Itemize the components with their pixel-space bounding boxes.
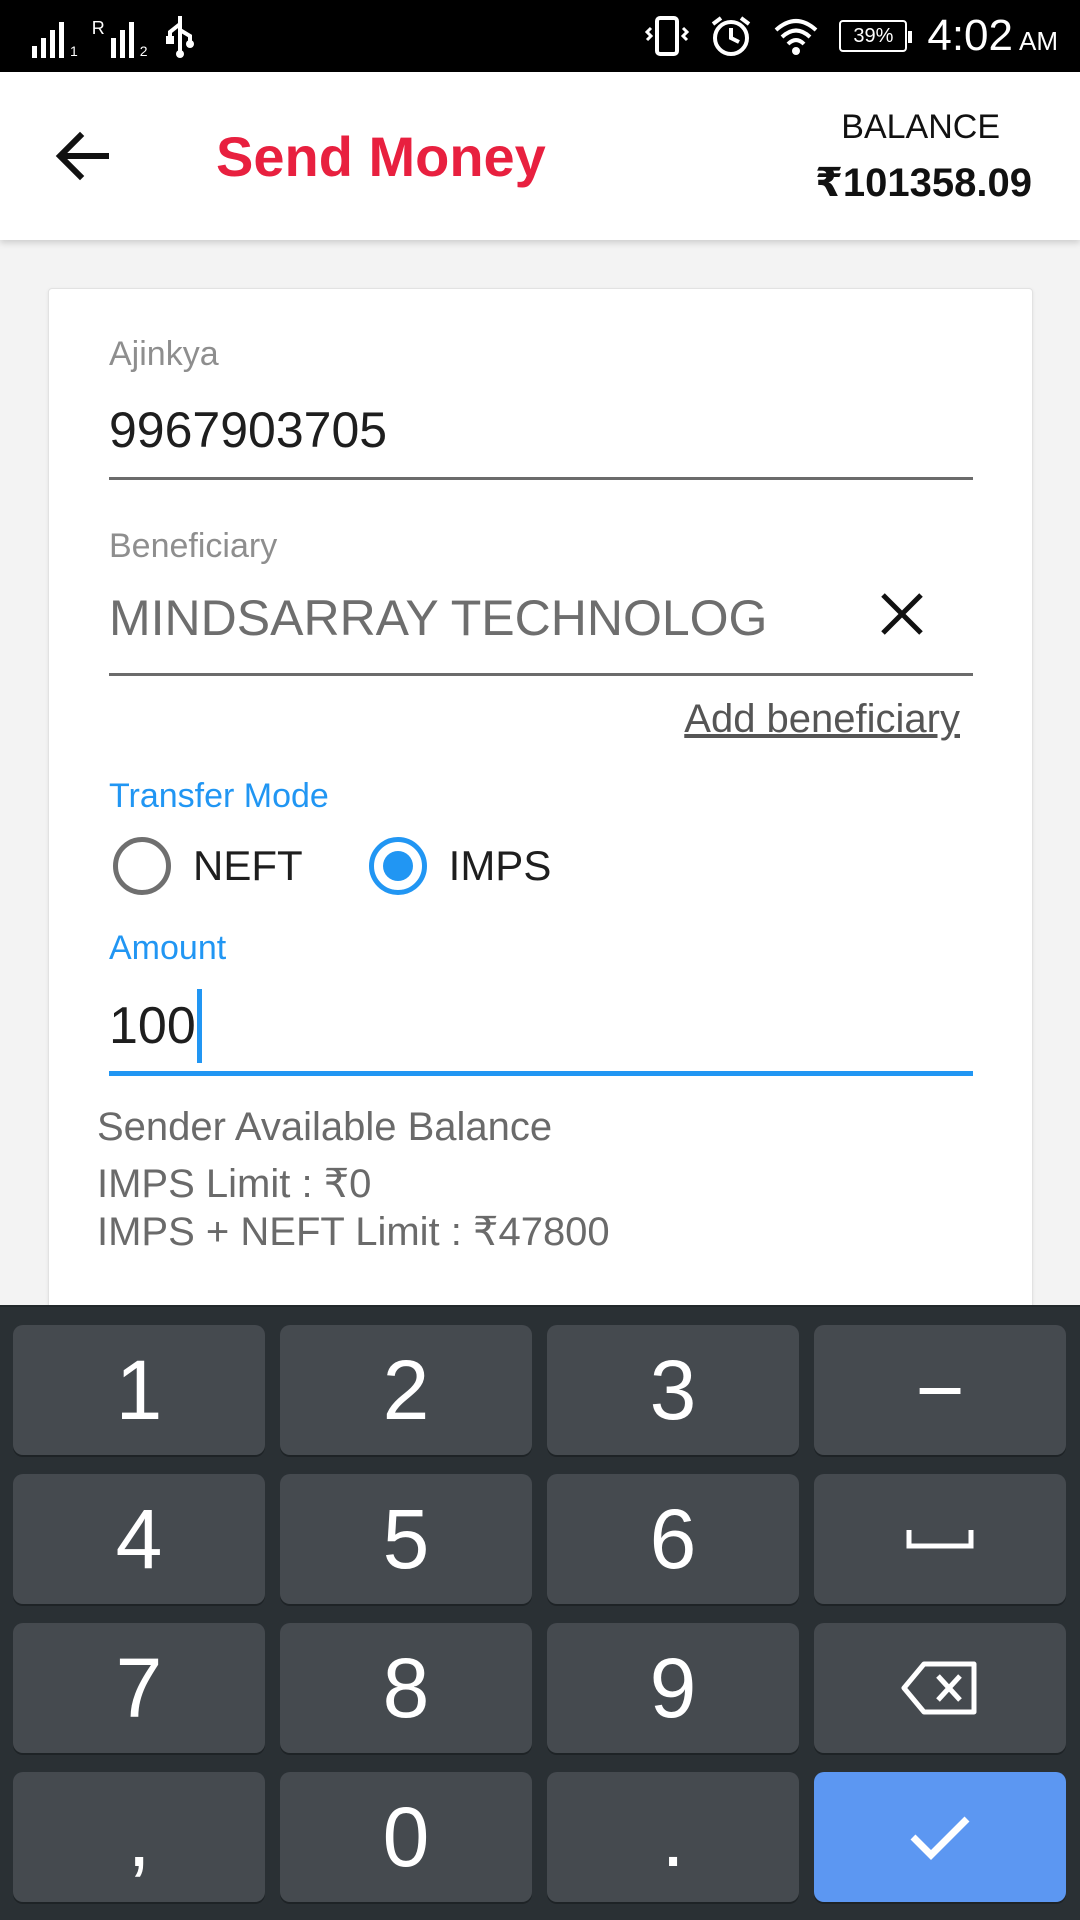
beneficiary-label: Beneficiary xyxy=(109,527,278,565)
signal-icon-sim2: R 2 xyxy=(91,18,148,59)
imps-limit: IMPS Limit : ₹0 xyxy=(97,1162,372,1206)
space-icon xyxy=(906,1530,974,1549)
key-comma[interactable]: , xyxy=(13,1772,265,1902)
status-bar: 1 R 2 39% 4:02 AM xyxy=(0,0,1080,72)
page-title: Send Money xyxy=(216,125,546,188)
key-6[interactable]: 6 xyxy=(547,1474,799,1604)
beneficiary-field[interactable]: MINDSARRAY TECHNOLOG xyxy=(109,589,767,647)
app-bar: Send Money BALANCE ₹101358.09 xyxy=(0,72,1080,240)
sender-balance-title: Sender Available Balance xyxy=(97,1105,553,1149)
key-backspace[interactable] xyxy=(814,1623,1066,1753)
key-4[interactable]: 4 xyxy=(13,1474,265,1604)
clear-beneficiary-icon[interactable] xyxy=(877,589,927,639)
amount-value: 100 xyxy=(109,997,196,1055)
radio-imps[interactable]: IMPS xyxy=(368,837,552,895)
vibrate-icon xyxy=(645,16,690,56)
balance-label: BALANCE xyxy=(841,108,1000,146)
key-5[interactable]: 5 xyxy=(280,1474,532,1604)
imps-neft-limit: IMPS + NEFT Limit : ₹47800 xyxy=(97,1210,610,1254)
key-minus[interactable]: − xyxy=(814,1325,1066,1455)
amount-label: Amount xyxy=(109,929,227,967)
radio-neft-circle[interactable] xyxy=(113,837,171,895)
back-arrow-icon[interactable] xyxy=(52,124,116,188)
key-done[interactable] xyxy=(814,1772,1066,1902)
radio-neft[interactable]: NEFT xyxy=(113,837,303,895)
key-period[interactable]: . xyxy=(547,1772,799,1902)
key-0[interactable]: 0 xyxy=(280,1772,532,1902)
radio-imps-circle[interactable] xyxy=(368,837,427,895)
key-space[interactable] xyxy=(814,1474,1066,1604)
battery-icon: 39% xyxy=(839,20,913,52)
transfer-mode-label: Transfer Mode xyxy=(109,777,329,815)
key-8[interactable]: 8 xyxy=(280,1623,532,1753)
radio-neft-label: NEFT xyxy=(193,842,303,889)
transfer-mode-radio-group: NEFT IMPS xyxy=(113,837,617,895)
balance-value: ₹101358.09 xyxy=(815,161,1032,205)
checkmark-icon xyxy=(910,1816,970,1860)
backspace-icon xyxy=(901,1661,977,1715)
send-money-form: Ajinkya 9967903705 Beneficiary MINDSARRA… xyxy=(48,288,1033,1348)
radio-imps-label: IMPS xyxy=(448,842,552,889)
key-1[interactable]: 1 xyxy=(13,1325,265,1455)
usb-icon xyxy=(165,16,194,58)
key-9[interactable]: 9 xyxy=(547,1623,799,1753)
key-2[interactable]: 2 xyxy=(280,1325,532,1455)
numeric-keyboard: 1 2 3 − 4 5 6 7 8 9 , 0 . xyxy=(0,1305,1080,1920)
alarm-icon xyxy=(712,16,751,56)
amount-field-underline xyxy=(109,1071,973,1076)
sender-mobile-field[interactable]: 9967903705 xyxy=(109,401,387,459)
text-cursor xyxy=(196,989,202,1063)
key-7[interactable]: 7 xyxy=(13,1623,265,1753)
key-3[interactable]: 3 xyxy=(547,1325,799,1455)
signal-icon: 1 xyxy=(32,18,78,58)
beneficiary-field-underline xyxy=(109,673,973,676)
sender-field-underline xyxy=(109,477,973,480)
sender-label: Ajinkya xyxy=(109,335,219,373)
amount-input[interactable]: 100 xyxy=(109,989,202,1063)
add-beneficiary-link[interactable]: Add beneficiary xyxy=(684,697,960,742)
clock: 4:02 AM xyxy=(927,11,1058,60)
wifi-icon xyxy=(775,19,818,55)
